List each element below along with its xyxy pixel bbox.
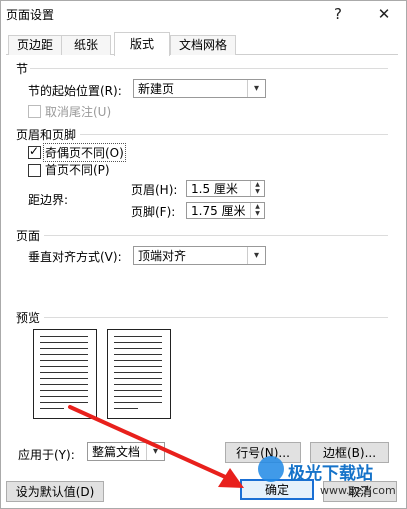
watermark-url: www.xz7.com xyxy=(320,484,396,497)
tab-layout[interactable]: 版式 xyxy=(114,32,170,56)
watermark-name: 极光下载站 xyxy=(288,464,373,484)
annotation-arrow-icon xyxy=(68,405,244,488)
watermark-logo-icon xyxy=(258,456,284,482)
